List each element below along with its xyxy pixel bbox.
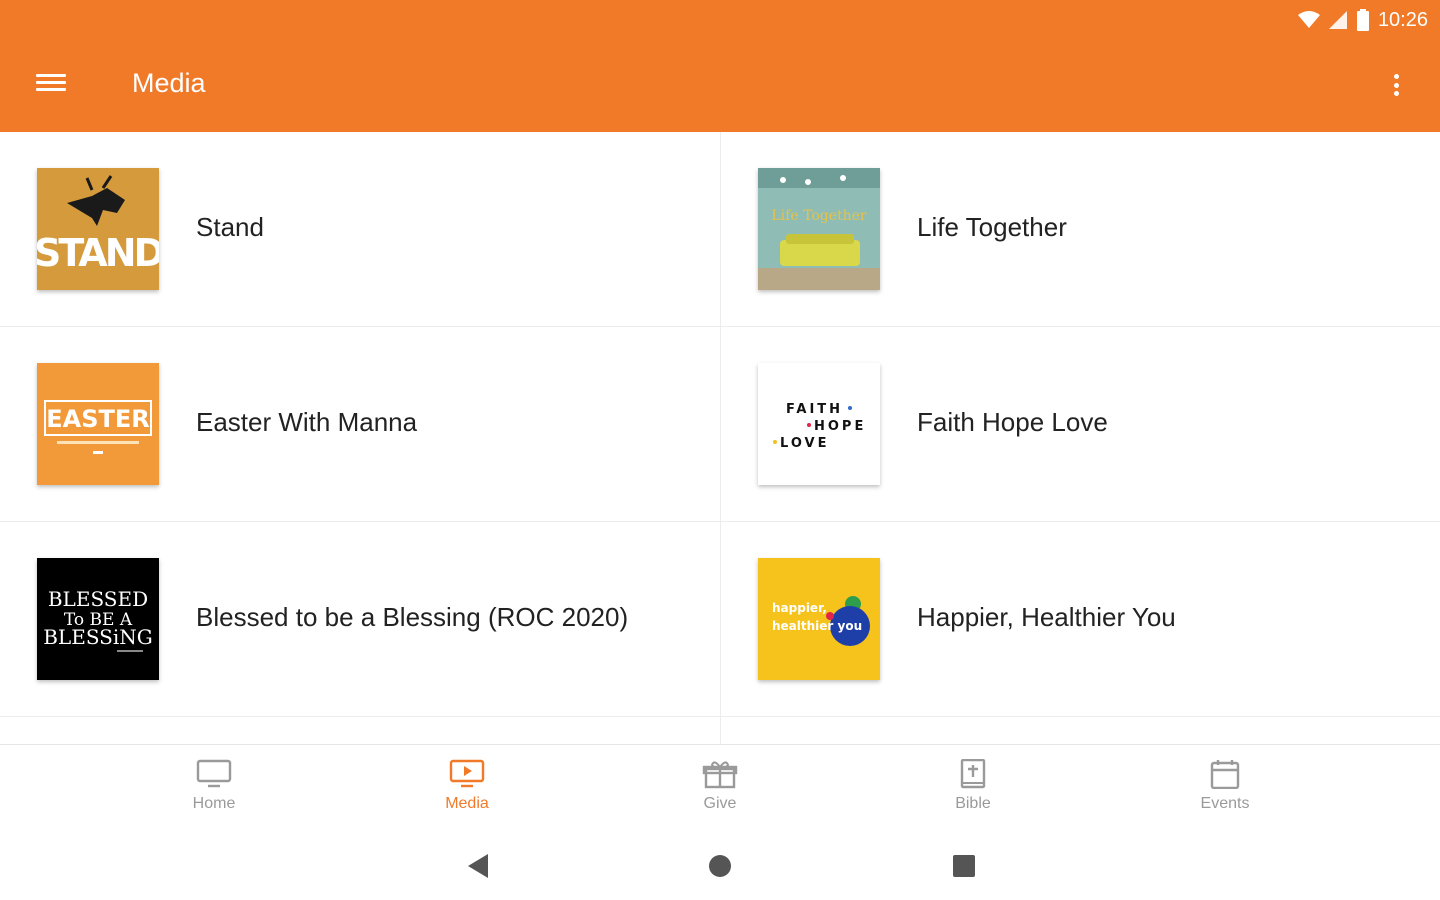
recents-button[interactable] — [950, 852, 978, 880]
media-item-label: Easter With Manna — [196, 407, 418, 437]
thumb-text-line-2: HOPE — [814, 419, 866, 434]
life-together-artwork-icon: Life Together — [758, 168, 880, 290]
media-thumbnail: BLESSED To BE A BLESSiNG — [37, 558, 159, 680]
media-thumbnail: Life Together — [758, 168, 880, 290]
hamburger-icon — [36, 74, 66, 77]
app-bar: 10:26 Media — [0, 0, 1440, 132]
media-item-label: Stand — [196, 212, 264, 242]
media-thumbnail: EASTER — [37, 363, 159, 485]
wifi-icon — [1297, 11, 1320, 28]
media-item-life-together[interactable]: Life Together Life Together — [720, 132, 1440, 327]
media-item-label: Blessed to be a Blessing (ROC 2020) — [196, 602, 629, 632]
bottom-navigation: Home Media Give Bible Events — [0, 744, 1440, 830]
home-circle-icon — [709, 855, 731, 877]
nav-label: Events — [1200, 795, 1250, 812]
media-item-easter-with-manna[interactable]: EASTER Easter With Manna — [0, 327, 720, 522]
thumb-text: Life Together — [771, 208, 867, 224]
menu-button[interactable] — [36, 70, 72, 100]
home-system-button[interactable] — [706, 852, 734, 880]
media-item-blessed-to-be-a-blessing[interactable]: BLESSED To BE A BLESSiNG Blessed to be a… — [0, 522, 720, 717]
recents-square-icon — [953, 855, 975, 877]
happier-artwork-icon: happier, healthier you — [772, 596, 870, 646]
cell-signal-icon — [1328, 11, 1347, 29]
easter-artwork-icon: EASTER — [44, 400, 152, 454]
nav-bible[interactable]: Bible — [913, 745, 1033, 831]
media-item-label: Life Together — [917, 212, 1067, 242]
status-bar: 10:26 — [1297, 6, 1428, 34]
nav-label: Home — [192, 795, 236, 812]
more-vert-icon — [1393, 74, 1399, 79]
thumb-text-line-3: BLESSiNG — [43, 625, 153, 649]
calendar-icon — [1210, 760, 1240, 789]
thumb-text-line-1: happier, — [772, 601, 827, 615]
thumb-text-line-2: healthier you — [772, 619, 862, 633]
media-item-faith-hope-love[interactable]: FAITH HOPE LOVE Faith Hope Love — [720, 327, 1440, 522]
media-grid: STAND Stand Life Together Life Together … — [0, 132, 1440, 744]
media-item-happier-healthier-you[interactable]: happier, healthier you Happier, Healthie… — [720, 522, 1440, 717]
blessed-artwork-icon: BLESSED To BE A BLESSiNG — [43, 587, 153, 652]
nav-home[interactable]: Home — [154, 745, 274, 831]
thumb-text: STAND — [37, 231, 159, 275]
overflow-menu-button[interactable] — [1384, 70, 1408, 100]
stand-artwork-icon: STAND — [37, 175, 159, 275]
status-time: 10:26 — [1377, 8, 1428, 31]
page-title: Media — [132, 68, 206, 98]
monitor-icon — [196, 759, 232, 788]
media-item-label: Happier, Healthier You — [917, 602, 1176, 632]
nav-media[interactable]: Media — [407, 745, 527, 831]
back-button[interactable] — [464, 852, 492, 880]
nav-events[interactable]: Events — [1165, 745, 1285, 831]
thumb-text-line-1: BLESSED — [48, 587, 148, 611]
thumb-text-line-3: LOVE — [780, 436, 829, 451]
faith-hope-love-artwork-icon: FAITH HOPE LOVE — [773, 402, 866, 451]
bible-icon — [960, 759, 986, 789]
list-continuation — [0, 717, 720, 744]
nav-label: Bible — [955, 795, 991, 812]
media-thumbnail: happier, healthier you — [758, 558, 880, 680]
back-triangle-icon — [468, 854, 488, 878]
battery-icon — [1356, 9, 1369, 31]
nav-label: Give — [703, 795, 737, 812]
media-item-label: Faith Hope Love — [917, 407, 1108, 437]
thumb-text: EASTER — [46, 405, 150, 433]
nav-label: Media — [445, 795, 489, 812]
play-screen-icon — [449, 759, 485, 788]
media-thumbnail: FAITH HOPE LOVE — [758, 363, 880, 485]
system-navigation-bar — [0, 830, 1440, 900]
nav-give[interactable]: Give — [660, 745, 780, 831]
media-thumbnail: STAND — [37, 168, 159, 290]
thumb-text-line-1: FAITH — [786, 402, 843, 417]
media-item-stand[interactable]: STAND Stand — [0, 132, 720, 327]
gift-icon — [702, 761, 738, 789]
list-continuation — [720, 717, 1440, 744]
